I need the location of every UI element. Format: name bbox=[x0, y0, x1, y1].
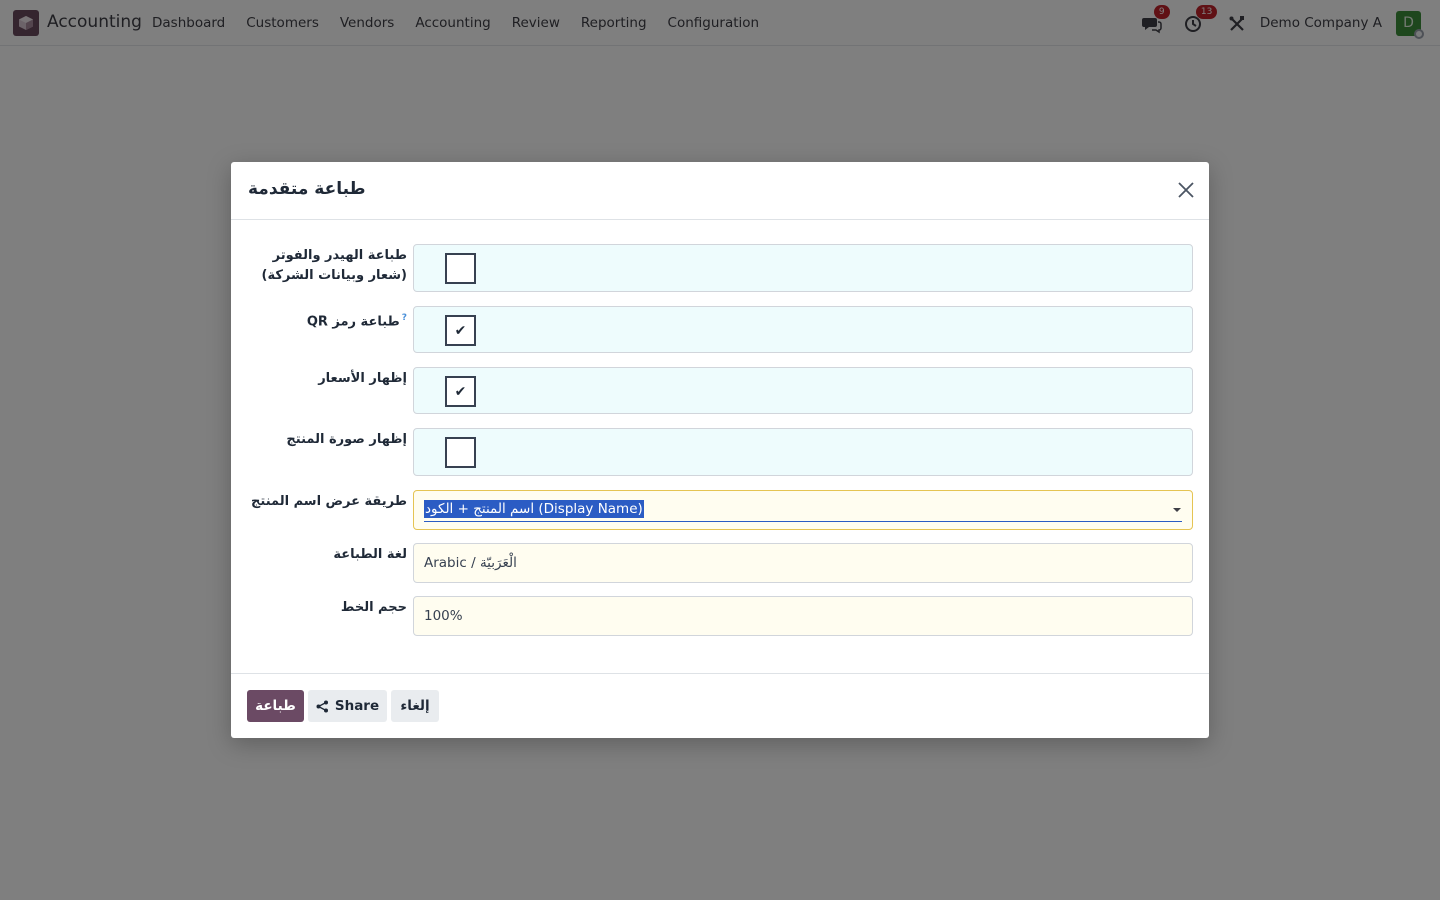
check-icon: ✔ bbox=[454, 322, 467, 339]
name-display-select[interactable]: اسم المنتج + الكود (Display Name) bbox=[413, 490, 1193, 530]
font-size-field[interactable]: 100% bbox=[413, 596, 1193, 636]
qr-field: ✔ bbox=[413, 306, 1193, 353]
name-display-value: اسم المنتج + الكود (Display Name) bbox=[424, 500, 644, 518]
share-button[interactable]: Share bbox=[308, 690, 387, 722]
field-label-prices: إظهار الأسعار bbox=[318, 371, 407, 386]
field-label-language: لغة الطباعة bbox=[333, 547, 407, 562]
image-checkbox[interactable] bbox=[445, 437, 476, 468]
cancel-button[interactable]: إلغاء bbox=[391, 690, 439, 722]
share-label: Share bbox=[334, 698, 380, 714]
field-label-image: إظهار صورة المنتج bbox=[286, 432, 407, 447]
qr-help-icon[interactable]: ? bbox=[402, 313, 407, 323]
advanced-print-dialog: طباعة متقدمة طباعة الهيدر والفوتر (شعار … bbox=[231, 162, 1209, 738]
share-icon bbox=[316, 700, 328, 712]
chevron-down-icon bbox=[1173, 508, 1181, 512]
field-label-qr: ?طباعة رمز QR bbox=[306, 313, 407, 330]
check-icon: ✔ bbox=[454, 383, 467, 400]
qr-checkbox[interactable]: ✔ bbox=[445, 315, 476, 346]
close-icon bbox=[1178, 182, 1194, 198]
prices-field: ✔ bbox=[413, 367, 1193, 414]
field-label-font-size: حجم الخط bbox=[340, 600, 407, 615]
print-button[interactable]: طباعة bbox=[247, 690, 304, 722]
language-field[interactable]: Arabic / الْعَرَبيّة bbox=[413, 543, 1193, 583]
modal-footer: طباعة Share إلغاء bbox=[231, 673, 1209, 738]
modal-title: طباعة متقدمة bbox=[248, 179, 366, 199]
language-value: Arabic / الْعَرَبيّة bbox=[424, 555, 517, 571]
font-size-value: 100% bbox=[424, 608, 463, 624]
prices-checkbox[interactable]: ✔ bbox=[445, 376, 476, 407]
header-footer-checkbox[interactable] bbox=[445, 253, 476, 284]
image-field bbox=[413, 428, 1193, 476]
close-button[interactable] bbox=[1175, 179, 1197, 201]
select-underline bbox=[424, 521, 1182, 522]
field-label-header-footer: طباعة الهيدر والفوتر (شعار وبيانات الشرك… bbox=[261, 248, 408, 283]
modal-header: طباعة متقدمة bbox=[231, 162, 1209, 220]
header-footer-field bbox=[413, 244, 1193, 292]
field-label-name-display: طريقة عرض اسم المنتج bbox=[251, 494, 407, 509]
